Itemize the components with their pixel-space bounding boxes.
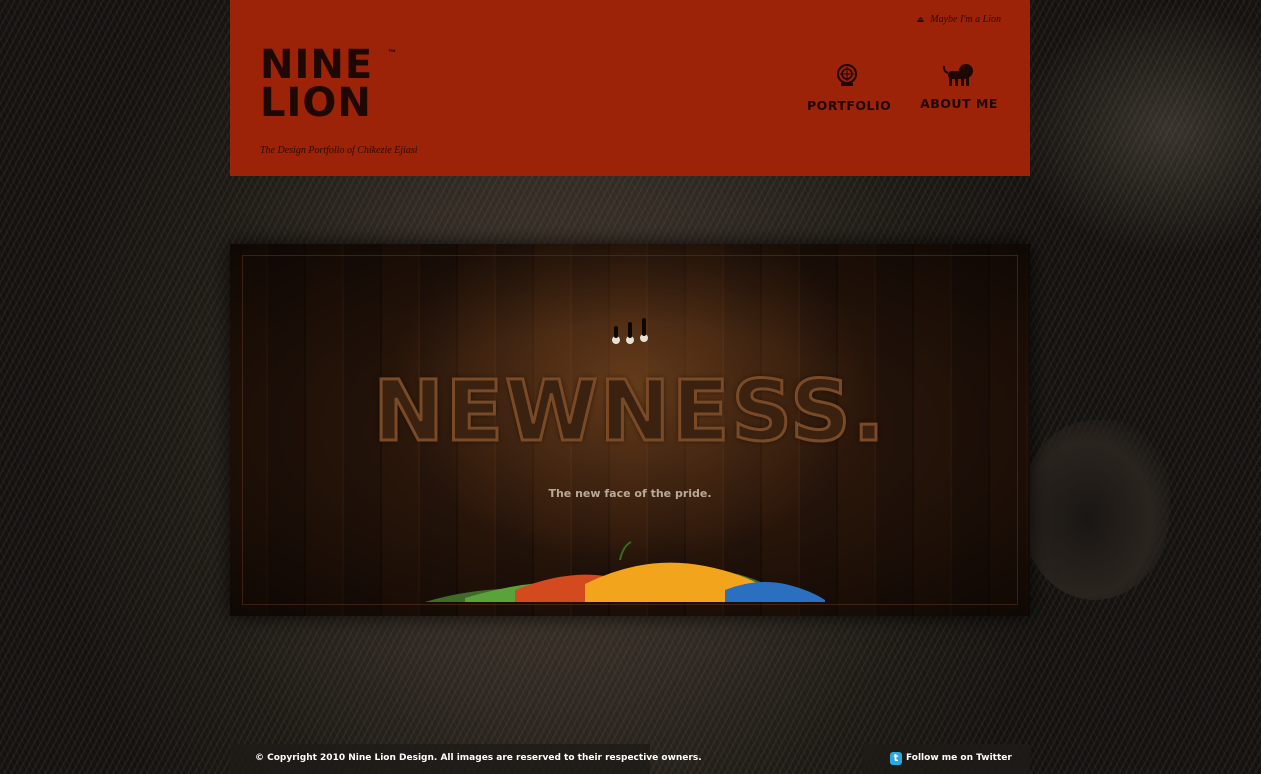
featured-banner[interactable]: NEWNESS. The new face of the pride.	[230, 244, 1030, 616]
follow-twitter-button[interactable]: t Follow me on Twitter	[862, 744, 1030, 774]
nav-portfolio[interactable]: PORTFOLIO	[807, 62, 892, 113]
portfolio-seal-icon	[807, 62, 887, 88]
lion-icon	[919, 62, 999, 88]
site-header: ⏏ Maybe I'm a Lion NINE LION ™ The Design…	[230, 0, 1030, 176]
twitter-bird-icon: t	[890, 752, 902, 765]
maybe-im-a-lion-label: Maybe I'm a Lion	[930, 14, 1001, 25]
site-tagline: The Design Portfolio of Chikezie Ejiasi	[260, 145, 418, 156]
logo-trademark: ™	[388, 48, 396, 57]
logo-line-1: NINE	[260, 42, 374, 88]
colorful-hills-illustration	[425, 541, 825, 602]
banner-subline: The new face of the pride.	[548, 487, 712, 500]
eject-icon: ⏏	[916, 15, 925, 24]
logo-line-2: LION	[260, 80, 372, 126]
footer-copyright-bar: © Copyright 2010 Nine Lion Design. All i…	[230, 744, 702, 774]
lion-nose-shadow	[1020, 420, 1170, 600]
nav-about-me[interactable]: ABOUT ME	[919, 62, 999, 111]
nav-portfolio-label: PORTFOLIO	[807, 98, 892, 113]
banner-headline: NEWNESS.	[372, 361, 887, 462]
nav-about-me-label: ABOUT ME	[920, 96, 998, 111]
follow-twitter-label: Follow me on Twitter	[906, 753, 1012, 763]
maybe-im-a-lion-link[interactable]: ⏏ Maybe I'm a Lion	[917, 14, 1001, 25]
lion-cubs-figures-icon	[612, 318, 648, 344]
site-logo[interactable]: NINE LION ™	[260, 42, 396, 126]
footer-copyright: © Copyright 2010 Nine Lion Design. All i…	[255, 753, 702, 763]
